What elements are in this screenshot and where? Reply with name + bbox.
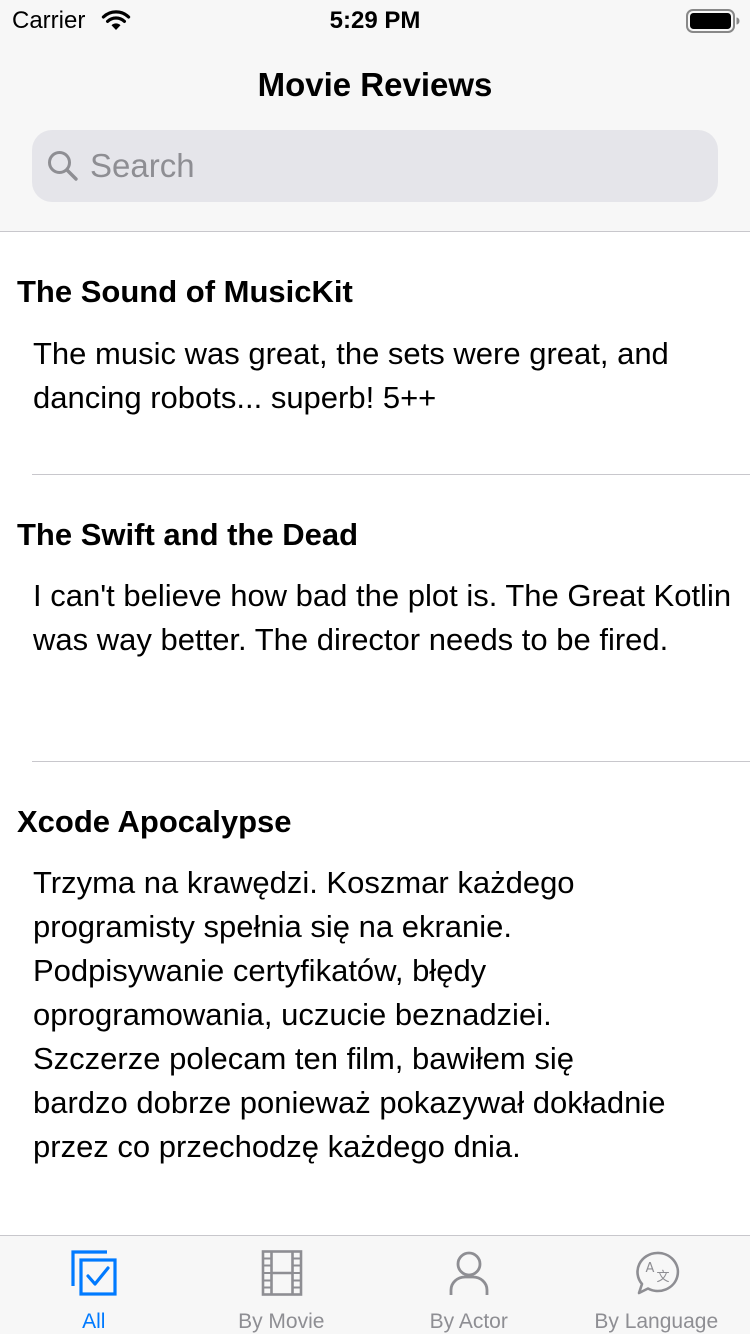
page-title: Movie Reviews — [257, 66, 493, 103]
tab-by-language[interactable]: A 文 By Language — [563, 1236, 750, 1334]
svg-text:文: 文 — [656, 1270, 669, 1285]
review-body: Trzyma na krawędzi. Koszmar każdego prog… — [33, 865, 666, 1164]
tab-label: All — [82, 1310, 106, 1333]
review-body: The music was great, the sets were great… — [33, 336, 669, 415]
list-item[interactable]: The Sound of MusicKit The music was grea… — [0, 233, 750, 475]
list-item[interactable]: The Swift and the Dead I can't believe h… — [0, 475, 750, 762]
navigation-header: Carrier 5:29 PM Movie Reviews — [0, 0, 750, 232]
person-icon — [449, 1251, 489, 1295]
search-input[interactable] — [90, 130, 700, 202]
tab-all[interactable]: All — [0, 1236, 188, 1334]
list-item[interactable]: Xcode Apocalypse Trzyma na krawędzi. Kos… — [0, 762, 750, 1235]
tab-by-movie[interactable]: By Movie — [188, 1236, 376, 1334]
tab-label: By Language — [594, 1310, 719, 1333]
search-icon — [48, 151, 78, 181]
tab-label: By Movie — [238, 1310, 325, 1333]
review-body: I can't believe how bad the plot is. The… — [33, 578, 732, 657]
checkbox-stack-icon — [71, 1250, 117, 1296]
battery-icon — [686, 9, 740, 33]
status-bar: Carrier 5:29 PM — [0, 0, 750, 40]
tab-by-actor[interactable]: By Actor — [375, 1236, 563, 1334]
svg-text:A: A — [645, 1261, 654, 1276]
review-title: The Swift and the Dead — [17, 517, 359, 552]
review-title: The Sound of MusicKit — [17, 274, 353, 309]
review-list[interactable]: The Sound of MusicKit The music was grea… — [0, 233, 750, 1235]
tab-bar: All By Movie By Actor A 文 By Language — [0, 1235, 750, 1334]
screen: Carrier 5:29 PM Movie Reviews The — [0, 0, 750, 1334]
tab-label: By Actor — [429, 1310, 508, 1333]
film-icon — [261, 1250, 302, 1296]
translate-icon: A 文 — [635, 1251, 679, 1295]
search-bar[interactable] — [32, 130, 718, 202]
status-time: 5:29 PM — [329, 7, 421, 34]
review-title: Xcode Apocalypse — [17, 804, 292, 839]
